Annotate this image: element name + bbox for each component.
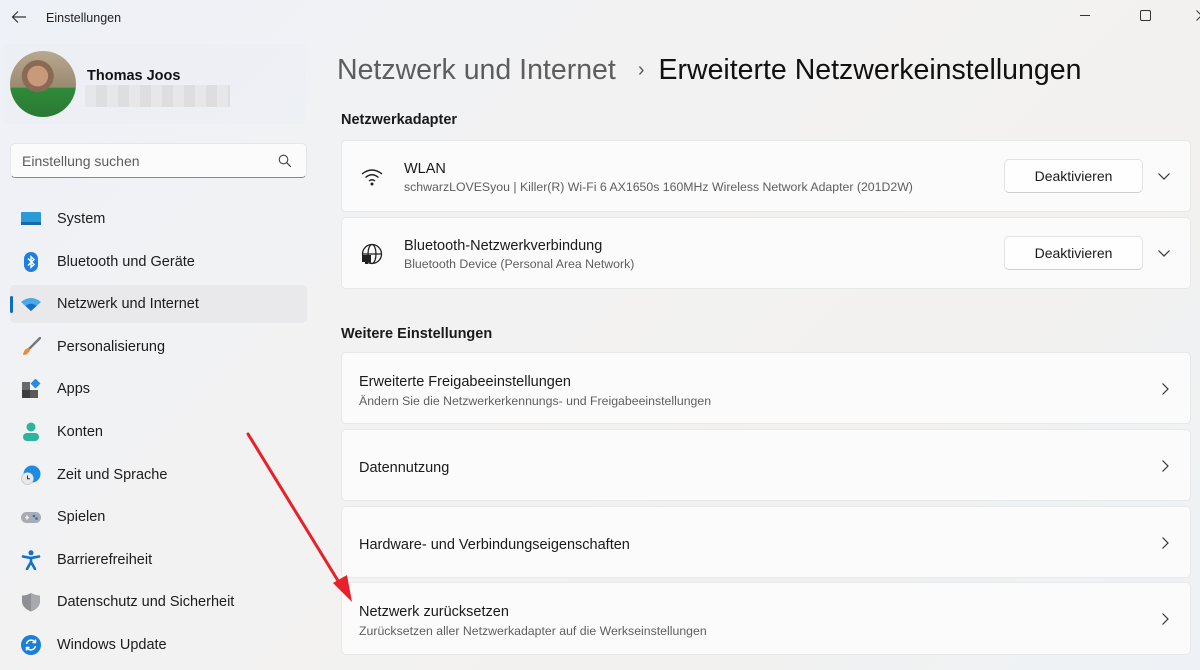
sidebar-item-apps[interactable]: Apps: [10, 370, 307, 408]
sidebar-item-accounts[interactable]: Konten: [10, 413, 307, 451]
time-language-icon: [21, 465, 41, 485]
app-title: Einstellungen: [46, 11, 122, 25]
system-icon: [21, 212, 41, 225]
sidebar-item-label: Netzwerk und Internet: [57, 296, 199, 313]
settings-item-subtitle: Ändern Sie die Netzwerkerkennungs- und F…: [359, 394, 712, 408]
sidebar-item-label: Zeit und Sprache: [57, 466, 168, 483]
chevron-right-icon: [1162, 383, 1169, 395]
adapter-name: Bluetooth-Netzwerkverbindung: [404, 238, 603, 254]
wifi-icon: [360, 165, 384, 189]
settings-item-title: Erweiterte Freigabeeinstellungen: [359, 374, 571, 390]
breadcrumb: Netzwerk und Internet › Erweiterte Netzw…: [337, 54, 1081, 87]
settings-item-sharing[interactable]: Erweiterte Freigabeeinstellungen Ändern …: [341, 352, 1191, 424]
back-button[interactable]: [8, 6, 30, 28]
settings-item-hardware-properties[interactable]: Hardware- und Verbindungseigenschaften: [341, 506, 1191, 578]
sidebar-item-label: System: [57, 211, 106, 227]
update-icon: [21, 634, 41, 655]
brush-icon: [23, 336, 41, 355]
title-bar: Einstellungen: [0, 0, 1200, 36]
maximize-button[interactable]: [1122, 0, 1168, 30]
deactivate-bluetooth-button[interactable]: Deaktivieren: [1004, 236, 1143, 270]
arrow-left-icon: [11, 11, 26, 23]
close-button[interactable]: [1178, 0, 1200, 30]
settings-item-title: Hardware- und Verbindungseigenschaften: [359, 537, 630, 553]
sidebar-item-bluetooth[interactable]: Bluetooth und Geräte: [10, 243, 307, 281]
settings-item-subtitle: Zurücksetzen aller Netzwerkadapter auf d…: [359, 624, 707, 638]
page-title: Erweiterte Netzwerkeinstellungen: [658, 54, 1082, 86]
user-profile-card[interactable]: Thomas Joos: [3, 44, 306, 124]
bluetooth-icon: [24, 251, 38, 272]
deactivate-wlan-button[interactable]: Deaktivieren: [1004, 159, 1143, 193]
sidebar-item-label: Spielen: [57, 509, 106, 526]
settings-item-title: Netzwerk zurücksetzen: [359, 604, 509, 620]
chevron-down-icon[interactable]: [1156, 168, 1172, 184]
search-placeholder: Einstellung suchen: [22, 153, 140, 169]
account-icon: [23, 422, 39, 441]
section-title-more-settings: Weitere Einstellungen: [341, 326, 493, 342]
minimize-icon: [1080, 15, 1090, 16]
sidebar-item-label: Konten: [57, 423, 103, 440]
settings-item-title: Datennutzung: [359, 460, 450, 476]
shield-icon: [22, 593, 40, 612]
settings-item-network-reset[interactable]: Netzwerk zurücksetzen Zurücksetzen aller…: [341, 582, 1191, 655]
settings-search-input[interactable]: Einstellung suchen: [10, 143, 307, 178]
sidebar-item-gaming[interactable]: Spielen: [10, 498, 307, 536]
chevron-right-icon: [1162, 613, 1169, 625]
search-icon[interactable]: [278, 154, 292, 168]
gamepad-icon: [21, 512, 41, 524]
sidebar-item-personalization[interactable]: Personalisierung: [10, 328, 307, 366]
sidebar-nav: System Bluetooth und Geräte Netzwerk und…: [10, 200, 307, 669]
accessibility-icon: [21, 550, 41, 570]
chevron-down-icon[interactable]: [1156, 245, 1172, 261]
settings-item-data-usage[interactable]: Datennutzung: [341, 429, 1191, 501]
sidebar-item-privacy[interactable]: Datenschutz und Sicherheit: [10, 583, 307, 621]
sidebar-item-label: Personalisierung: [57, 338, 166, 355]
sidebar-item-label: Datenschutz und Sicherheit: [57, 594, 235, 611]
adapter-name: WLAN: [404, 161, 446, 177]
minimize-button[interactable]: [1062, 0, 1108, 30]
avatar: [10, 51, 76, 117]
adapter-description: Bluetooth Device (Personal Area Network): [404, 257, 635, 271]
sidebar-item-label: Bluetooth und Geräte: [57, 253, 195, 270]
close-icon: [1195, 9, 1200, 21]
adapter-card-wlan[interactable]: WLAN schwarzLOVESyou | Killer(R) Wi-Fi 6…: [341, 140, 1191, 212]
wifi-icon: [21, 298, 41, 312]
breadcrumb-separator: ›: [637, 59, 645, 81]
section-title-network-adapters: Netzwerkadapter: [341, 112, 458, 128]
sidebar-item-network[interactable]: Netzwerk und Internet: [10, 285, 307, 324]
maximize-icon: [1139, 9, 1151, 21]
sidebar-item-label: Apps: [57, 381, 91, 398]
sidebar-item-label: Barrierefreiheit: [57, 551, 153, 568]
adapter-description: schwarzLOVESyou | Killer(R) Wi-Fi 6 AX16…: [404, 180, 913, 194]
breadcrumb-parent-link[interactable]: Netzwerk und Internet: [337, 54, 616, 87]
sidebar-item-accessibility[interactable]: Barrierefreiheit: [10, 541, 307, 579]
sidebar-item-system[interactable]: System: [10, 200, 307, 238]
sidebar-item-time-language[interactable]: Zeit und Sprache: [10, 456, 307, 494]
sidebar-item-label: Windows Update: [57, 636, 167, 653]
apps-icon: [22, 379, 41, 399]
globe-network-icon: [360, 242, 384, 266]
chevron-right-icon: [1162, 460, 1169, 472]
adapter-card-bluetooth[interactable]: Bluetooth-Netzwerkverbindung Bluetooth D…: [341, 217, 1191, 289]
user-name: Thomas Joos: [87, 68, 181, 84]
sidebar-item-windows-update[interactable]: Windows Update: [10, 626, 307, 664]
chevron-right-icon: [1162, 537, 1169, 549]
user-email-redacted: [85, 85, 230, 107]
